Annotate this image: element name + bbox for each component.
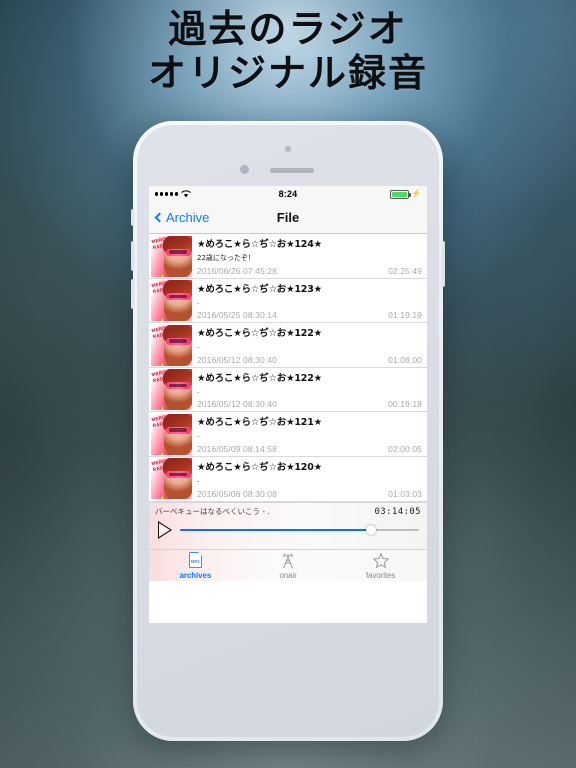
status-bar: 8:24 ⚡ xyxy=(149,186,427,202)
list-item[interactable]: MEROKO RADIO ★めろこ★ら☆ぢ☆お★123★. 2016/05/25 08… xyxy=(149,278,427,324)
list-item-title: ★めろこ★ら☆ぢ☆お★121★ xyxy=(197,417,322,429)
star-outline-icon xyxy=(372,552,390,570)
list-item[interactable]: MEROKO RADIO ★めろこ★ら☆ぢ☆お★120★. 2016/05/06 08… xyxy=(149,456,427,502)
front-camera-icon xyxy=(285,146,291,152)
tab-favorites[interactable]: favorites xyxy=(334,550,427,581)
list-item-subtitle: . xyxy=(197,297,200,306)
list-item-title: ★めろこ★ら☆ぢ☆お★124★ xyxy=(197,239,322,250)
tab-archives[interactable]: MP3 archives xyxy=(149,550,242,581)
list-item-body: ★めろこ★ら☆ぢ☆お★120★. 2016/05/06 08:30:08 01:03… xyxy=(192,457,427,501)
list-item[interactable]: MEROKO RADIO ★めろこ★ら☆ぢ☆お★122★. 2016/05/12 08… xyxy=(149,323,427,368)
earpiece-speaker xyxy=(270,168,314,173)
list-item-duration: 01:03:03 xyxy=(388,488,422,499)
artwork-sunglasses xyxy=(166,293,191,301)
player-bar: バーベキューはなるべくいこう - . 03:14:05 xyxy=(149,502,427,549)
list-item-body: ★めろこ★ら☆ぢ☆お★122★. 2016/05/12 08:30:40 00:19… xyxy=(192,368,427,412)
progress-slider[interactable] xyxy=(180,525,419,535)
list-item-meta: 2016/05/09 08:14:58 02:00:05 xyxy=(197,444,422,454)
list-item-duration: 00:19:18 xyxy=(388,399,422,410)
player-info: バーベキューはなるべくいこう - . 03:14:05 xyxy=(149,503,427,517)
tab-label: archives xyxy=(179,570,212,580)
list-item-meta: 2016/05/12 08:30:40 01:08:00 xyxy=(197,355,422,365)
artwork-thumbnail: MEROKO RADIO xyxy=(151,458,192,500)
power-button[interactable] xyxy=(442,241,445,287)
list-item-title: ★めろこ★ら☆ぢ☆お★122★ xyxy=(197,328,322,340)
list-item-duration: 02:00:05 xyxy=(388,443,422,454)
mute-switch[interactable] xyxy=(131,209,134,226)
list-item-date: 2016/05/06 08:30:08 xyxy=(197,488,277,499)
artwork-thumbnail: MEROKO RADIO xyxy=(151,235,192,277)
play-icon[interactable] xyxy=(158,521,172,539)
list-item-meta: 2016/05/06 08:30:08 01:03:03 xyxy=(197,489,422,499)
tab-label: favorites xyxy=(366,570,396,580)
list-item-subtitle: . xyxy=(197,475,200,484)
list-item-title: ★めろこ★ら☆ぢ☆お★122★ xyxy=(197,372,322,384)
battery-full-icon xyxy=(390,189,412,199)
list-item-title: ★めろこ★ら☆ぢ☆お★120★ xyxy=(197,461,322,473)
headline: 過去のラジオ オリジナル録音 xyxy=(0,7,576,95)
progress-fill xyxy=(180,528,372,532)
list-item[interactable]: MEROKO RADIO ★めろこ★ら☆ぢ☆お★122★. 2016/05/12 08… xyxy=(149,367,427,413)
headline-line-1: 過去のラジオ xyxy=(168,7,408,51)
now-playing-title: バーベキューはなるべくいこう - . xyxy=(155,507,270,516)
list-item-body: ★めろこ★ら☆ぢ☆お★123★. 2016/05/25 08:30:14 01:19… xyxy=(192,279,427,323)
artwork-sunglasses xyxy=(166,337,191,345)
artwork-sunglasses xyxy=(166,248,191,256)
list-item-body: ★めろこ★ら☆ぢ☆お★122★. 2016/05/12 08:30:40 01:08… xyxy=(192,323,427,367)
headline-line-2: オリジナル録音 xyxy=(147,50,428,95)
artwork-sunglasses xyxy=(166,426,191,434)
artwork-sunglasses xyxy=(166,382,191,390)
artwork-thumbnail: MEROKO RADIO xyxy=(151,369,192,411)
list-item-subtitle: . xyxy=(197,431,200,440)
page-title: File xyxy=(276,210,300,225)
tab-bar: MP3 archives onair favorites xyxy=(149,549,427,581)
radio-tower-icon xyxy=(279,552,297,570)
list-item-date: 2016/05/25 08:30:14 xyxy=(197,310,277,321)
artwork-thumbnail: MEROKO RADIO xyxy=(151,413,192,455)
list-item-duration: 01:08:00 xyxy=(388,354,422,365)
list-item-subtitle: . xyxy=(197,386,200,395)
artwork-thumbnail: MEROKO RADIO xyxy=(151,324,192,366)
list-item-body: ★めろこ★ら☆ぢ☆お★121★. 2016/05/09 08:14:58 02:00… xyxy=(192,412,427,456)
list-item-date: 2016/05/12 08:30:40 xyxy=(197,399,277,410)
progress-knob[interactable] xyxy=(366,525,377,535)
phone-mockup: 8:24 ⚡ Archive File MEROKO RADIO ★めろこ★ら☆ぢ☆… xyxy=(131,121,445,741)
volume-down-button[interactable] xyxy=(131,279,134,309)
file-list[interactable]: MEROKO RADIO ★めろこ★ら☆ぢ☆お★124★ 22歳になったぞ！ 2016/… xyxy=(149,234,427,502)
player-controls xyxy=(149,517,427,539)
tab-onair[interactable]: onair xyxy=(242,550,335,581)
list-item-subtitle: . xyxy=(197,342,200,351)
list-item-subtitle: 22歳になったぞ！ xyxy=(197,254,255,262)
list-item-duration: 02:25:49 xyxy=(388,265,422,276)
status-bar-clock: 8:24 xyxy=(278,189,298,199)
nav-bar: Archive File xyxy=(149,202,427,234)
list-item-meta: 2016/05/12 08:30:40 00:19:18 xyxy=(197,399,422,409)
phone-screen: 8:24 ⚡ Archive File MEROKO RADIO ★めろこ★ら☆ぢ☆… xyxy=(149,186,427,623)
list-item-date: 2016/06/26 07:45:28 xyxy=(197,265,277,276)
tab-label: onair xyxy=(279,570,297,580)
artwork-sunglasses xyxy=(166,471,191,479)
list-item-date: 2016/05/12 08:30:40 xyxy=(197,354,277,365)
artwork-thumbnail: MEROKO RADIO xyxy=(151,280,192,322)
list-item-meta: 2016/06/26 07:45:28 02:25:49 xyxy=(197,266,422,276)
list-item-title: ★めろこ★ら☆ぢ☆お★123★ xyxy=(197,283,322,295)
mp3-file-icon: MP3 xyxy=(186,551,204,570)
proximity-sensor-icon xyxy=(240,165,249,174)
list-item-body: ★めろこ★ら☆ぢ☆お★124★ 22歳になったぞ！ 2016/06/26 07:45… xyxy=(192,234,427,278)
list-item-duration: 01:19:19 xyxy=(388,310,422,321)
list-item[interactable]: MEROKO RADIO ★めろこ★ら☆ぢ☆お★124★ 22歳になったぞ！ 2016/… xyxy=(149,234,427,279)
list-item-date: 2016/05/09 08:14:58 xyxy=(197,443,277,454)
list-item[interactable]: MEROKO RADIO ★めろこ★ら☆ぢ☆お★121★. 2016/05/09 08… xyxy=(149,412,427,457)
list-item-meta: 2016/05/25 08:30:14 01:19:19 xyxy=(197,310,422,320)
volume-up-button[interactable] xyxy=(131,241,134,271)
player-time: 03:14:05 xyxy=(374,506,421,517)
